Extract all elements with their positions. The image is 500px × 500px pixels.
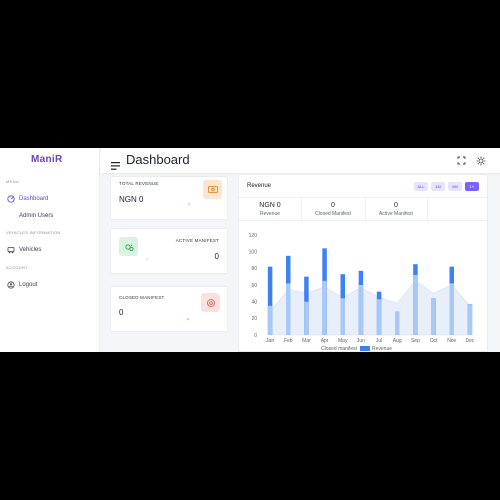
filter-1y[interactable]: 1Y xyxy=(465,182,479,191)
settings-icon xyxy=(201,293,220,312)
x-tick-label: Dec xyxy=(465,338,474,344)
period-filters: ALL 1M 6M 1Y xyxy=(411,182,479,191)
manifest-icon xyxy=(119,237,138,256)
area-series xyxy=(269,280,471,336)
summary-revenue: NGN 0 Revenue xyxy=(239,198,301,222)
fullscreen-icon[interactable] xyxy=(456,155,467,166)
closed-manifest-bar xyxy=(376,299,382,335)
x-tick-label: Aug xyxy=(393,338,402,344)
filter-6m[interactable]: 6M xyxy=(448,182,462,191)
x-tick-label: Oct xyxy=(430,338,438,344)
closed-manifest-bar xyxy=(286,283,291,335)
page-title: Dashboard xyxy=(126,152,190,167)
sidebar-item-logout[interactable]: Logout xyxy=(6,279,94,291)
closed-manifest-bar xyxy=(467,304,473,335)
x-tick-label: Mar xyxy=(302,338,311,344)
closed-manifest-bar xyxy=(340,298,345,335)
summary-row: NGN 0 Revenue 0 Closed Manifest 0 Active… xyxy=(239,197,487,222)
closed-manifest-bar xyxy=(449,283,454,335)
x-tick-label: May xyxy=(338,338,348,344)
dashboard-screen: ManiR MENU Dashboard Admin Users VEHICLE… xyxy=(0,148,500,352)
summary-closed-manifest: 0 Closed Manifest xyxy=(301,198,365,222)
legend-label-revenue: Revenue xyxy=(372,346,392,352)
y-tick-label: 20 xyxy=(251,316,257,322)
stat-label: TOTAL REVENUE xyxy=(119,181,159,186)
active-manifest-card: ACTIVE MANIFEST 0 ✧ xyxy=(110,228,228,274)
menu-icon[interactable] xyxy=(111,157,121,175)
y-tick-label: 120 xyxy=(249,233,258,239)
filter-all[interactable]: ALL xyxy=(414,182,428,191)
sun-icon[interactable] xyxy=(475,155,486,166)
y-tick-label: 100 xyxy=(249,249,258,255)
dashboard-icon xyxy=(6,195,15,204)
stat-label: CLOSED MANIFEST xyxy=(119,295,165,300)
closed-manifest-bar xyxy=(431,298,436,335)
sidebar-item-admin-users[interactable]: Admin Users xyxy=(19,213,53,219)
summary-label: Active Manifest xyxy=(379,211,413,217)
closed-manifest-bar xyxy=(395,311,400,335)
total-revenue-card: TOTAL REVENUE NGN 0 ✦ xyxy=(110,176,228,220)
x-tick-label: Sep xyxy=(411,338,420,344)
filter-1m[interactable]: 1M xyxy=(431,182,445,191)
stat-value: NGN 0 xyxy=(119,195,144,204)
x-tick-label: Nov xyxy=(447,338,456,344)
stat-value: 0 xyxy=(214,252,219,261)
y-tick-label: 60 xyxy=(251,283,257,289)
logout-icon xyxy=(6,281,15,290)
top-header: Dashboard xyxy=(101,148,500,174)
legend-label-closed-manifest: Closed manifest xyxy=(321,346,357,352)
y-tick-label: 40 xyxy=(251,299,257,305)
account-section-label: ACCOUNT xyxy=(6,265,28,270)
summary-label: Revenue xyxy=(259,211,280,217)
panel-title: Revenue xyxy=(247,183,272,189)
stat-label: ACTIVE MANIFEST xyxy=(175,238,219,243)
stat-value: 0 xyxy=(119,308,124,317)
summary-value: 0 xyxy=(394,202,398,209)
closed-manifest-bar xyxy=(322,280,327,335)
sparkle-icon: ✦ xyxy=(186,317,191,323)
vehicles-icon xyxy=(6,246,15,255)
divider xyxy=(427,198,428,222)
sparkle-icon: ✧ xyxy=(145,257,150,263)
vehicles-section-label: VEHICLES INFORMATION xyxy=(6,230,61,235)
app-logo[interactable]: ManiR xyxy=(31,154,63,165)
menu-section-label: MENU xyxy=(6,179,19,184)
sparkle-icon: ✦ xyxy=(187,202,192,208)
legend-swatch-revenue xyxy=(360,346,370,351)
revenue-chart: 0 20 40 60 80 100 120 Jan Feb Mar Apr May Jun Jul Aug S… xyxy=(249,233,475,352)
sidebar-item-label: Vehicles xyxy=(19,247,42,253)
closed-manifest-bar xyxy=(358,285,364,335)
money-icon xyxy=(203,180,222,199)
summary-value: NGN 0 xyxy=(259,202,281,209)
sidebar: ManiR MENU Dashboard Admin Users VEHICLE… xyxy=(0,148,100,352)
sidebar-item-dashboard[interactable]: Dashboard xyxy=(6,193,94,205)
revenue-panel: Revenue ALL 1M 6M 1Y NGN 0 Revenue 0 Clo… xyxy=(238,174,488,352)
x-tick-label: Jan xyxy=(266,338,274,344)
closed-manifest-card: CLOSED MANIFEST 0 ✦ xyxy=(110,286,228,332)
x-tick-label: Jun xyxy=(357,338,365,344)
summary-label: Closed Manifest xyxy=(315,211,351,217)
y-tick-label: 80 xyxy=(251,266,257,272)
x-tick-label: Jul xyxy=(376,338,382,344)
x-tick-label: Apr xyxy=(321,338,329,344)
x-tick-label: Feb xyxy=(284,338,293,344)
summary-active-manifest: 0 Active Manifest xyxy=(365,198,427,222)
sidebar-item-vehicles[interactable]: Vehicles xyxy=(6,244,94,256)
closed-manifest-bar xyxy=(304,301,309,335)
summary-value: 0 xyxy=(331,202,335,209)
closed-manifest-bar xyxy=(267,305,273,335)
sidebar-item-label: Logout xyxy=(19,282,38,288)
sidebar-item-label: Dashboard xyxy=(19,196,49,202)
closed-manifest-bar xyxy=(413,275,418,335)
y-tick-label: 0 xyxy=(254,333,257,339)
